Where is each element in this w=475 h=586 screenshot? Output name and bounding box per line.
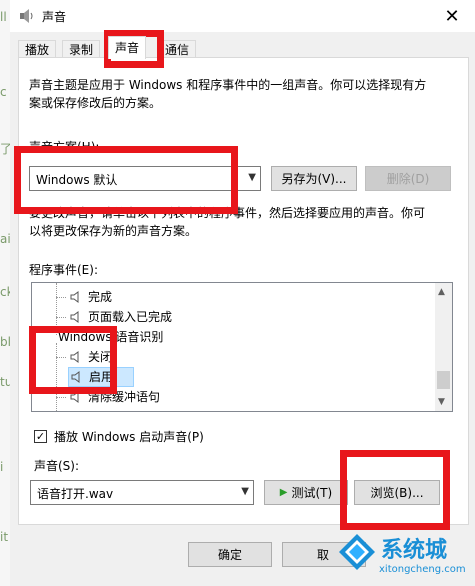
scheme-description-line1: 声音主题是应用于 Windows 和程序事件中的一组声音。你可以选择现有方 [29,78,427,92]
play-icon: ▶ [279,487,288,498]
ok-button[interactable]: 确定 [188,542,272,567]
list-item[interactable]: 页面载入已完成 [32,307,434,327]
tab-strip: 播放 录制 声音 通信 [10,34,475,59]
watermark-brand: 系统城 [381,538,448,563]
site-watermark: 系统城 xitongcheng.com [335,526,475,586]
sound-select[interactable]: 语音打开.wav ▼ [30,480,254,505]
scheme-description-line2: 案或保存修改后的方案。 [29,96,162,110]
highlight-scheme-select [14,146,238,214]
background-text: c [0,85,7,99]
watermark-url: xitongcheng.com [379,564,466,575]
window-title: 声音 [42,10,67,24]
instructions-line2: 以将更改保存为新的声音方案。 [29,224,198,238]
highlight-browse-button [340,450,450,530]
delete-button[interactable]: 删除(D) [365,166,451,191]
save-as-button[interactable]: 另存为(V)... [271,166,357,191]
highlight-event-items [29,326,117,394]
sounds-label: 声音(S): [34,459,80,473]
scroll-up-icon[interactable]: ▲ [438,287,445,297]
scroll-down-icon[interactable]: ▼ [438,397,445,407]
speaker-icon [70,311,79,323]
startup-sound-label: 播放 Windows 启动声音(P) [54,430,204,444]
background-text: ll [0,10,7,24]
speaker-icon [20,9,33,23]
event-label: 完成 [88,290,113,304]
title-bar: 声音 ✕ [10,0,475,32]
test-button-label: 测试(T) [291,486,333,500]
startup-sound-checkbox[interactable]: ✓ [34,430,47,443]
chevron-down-icon: ▼ [248,172,256,183]
speaker-icon [70,291,79,303]
background-text: it [0,530,9,544]
program-events-label: 程序事件(E): [29,263,98,277]
list-item[interactable]: 完成 [32,287,434,307]
event-label: 页面载入已完成 [88,310,173,324]
events-scrollbar[interactable]: ▲ ▼ [435,283,452,411]
close-button[interactable]: ✕ [429,0,475,32]
test-button[interactable]: ▶ 测试(T) [264,480,348,505]
scroll-thumb[interactable] [437,371,450,389]
background-text: i [0,460,4,474]
close-icon: ✕ [444,5,460,27]
tab-sounds[interactable]: 声音 [108,36,147,59]
windows-logo-icon [339,534,375,570]
sound-select-value: 语音打开.wav [37,487,114,501]
chevron-down-icon: ▼ [241,486,249,497]
